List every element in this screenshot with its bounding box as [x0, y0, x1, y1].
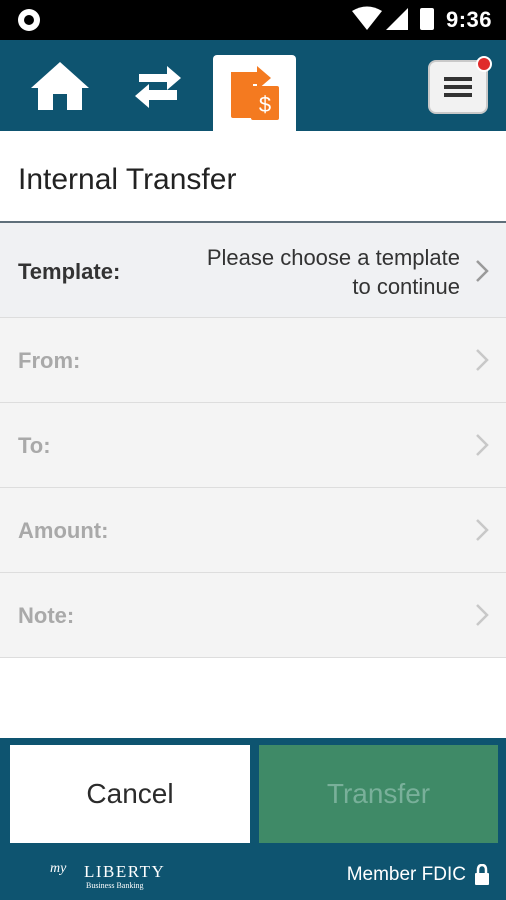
- transfer-button[interactable]: Transfer: [259, 745, 498, 843]
- template-value-line2: to continue: [352, 274, 460, 299]
- page-header: Internal Transfer: [0, 131, 506, 223]
- note-row[interactable]: Note:: [0, 573, 506, 658]
- transfer-arrows-icon: [135, 65, 181, 108]
- from-label: From:: [18, 348, 81, 373]
- cancel-button[interactable]: Cancel: [10, 745, 250, 843]
- chevron-right-icon: [476, 519, 489, 541]
- from-row[interactable]: From:: [0, 318, 506, 403]
- payment-transfer-icon: $: [230, 66, 279, 120]
- template-value: Please choose a template to continue: [160, 243, 460, 301]
- page-title: Internal Transfer: [18, 163, 237, 196]
- to-row[interactable]: To:: [0, 403, 506, 488]
- menu-button[interactable]: [428, 56, 492, 114]
- note-label: Note:: [18, 603, 75, 628]
- circle-notification-icon: [18, 9, 40, 31]
- content-spacer: [0, 660, 506, 738]
- footer: my LIBERTY Business Banking Member FDIC: [0, 850, 506, 900]
- template-label: Template:: [18, 259, 121, 284]
- wifi-icon: [352, 6, 382, 30]
- nav-transfer-button[interactable]: [116, 40, 200, 131]
- fdic-label: Member FDIC: [346, 864, 466, 885]
- chevron-right-icon: [476, 604, 489, 626]
- menu-icon: [444, 77, 472, 97]
- battery-icon: [420, 8, 434, 30]
- chevron-right-icon: [476, 434, 489, 456]
- amount-label: Amount:: [18, 518, 109, 543]
- logo-word: LIBERTY: [84, 862, 166, 881]
- nav-payment-button[interactable]: $: [213, 55, 296, 131]
- liberty-logo: my LIBERTY Business Banking: [50, 859, 170, 893]
- chevron-right-icon: [476, 349, 489, 371]
- status-bar: 9:36: [0, 0, 506, 40]
- transfer-form: Template: Please choose a template to co…: [0, 223, 506, 658]
- template-row[interactable]: Template: Please choose a template to co…: [0, 223, 506, 318]
- status-icons: [352, 6, 434, 30]
- amount-row[interactable]: Amount:: [0, 488, 506, 573]
- notification-badge: [476, 56, 492, 72]
- signal-icon: [386, 8, 408, 30]
- to-label: To:: [18, 433, 51, 458]
- home-icon: [31, 61, 89, 110]
- logo-subtext: Business Banking: [86, 881, 144, 890]
- chevron-right-icon: [476, 260, 489, 282]
- svg-text:$: $: [258, 92, 270, 117]
- clock: 9:36: [445, 7, 492, 32]
- top-nav: $: [0, 40, 506, 131]
- logo-script: my: [50, 861, 67, 876]
- fdic-notice: Member FDIC: [347, 864, 490, 886]
- nav-home-button[interactable]: [18, 40, 102, 131]
- template-value-line1: Please choose a template: [206, 245, 460, 270]
- action-bar: Cancel Transfer: [0, 738, 506, 850]
- lock-icon: [475, 864, 489, 885]
